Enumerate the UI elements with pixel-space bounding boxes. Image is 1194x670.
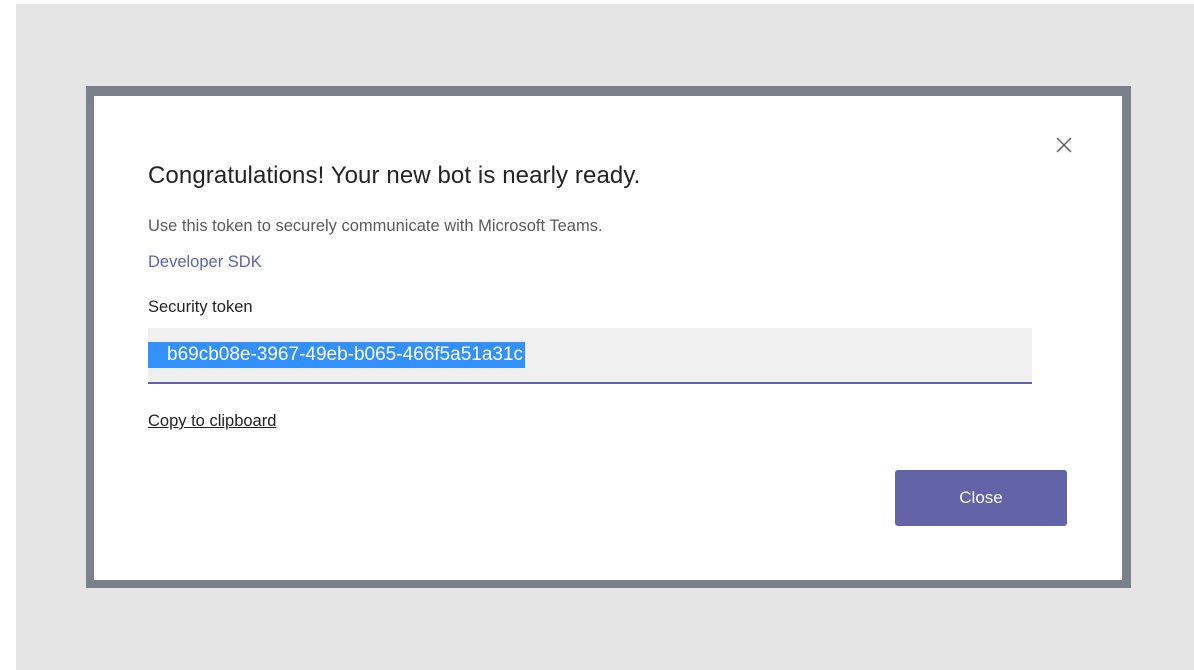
security-token-value[interactable]: b69cb08e-3967-49eb-b065-466f5a51a31c — [148, 342, 526, 368]
close-button[interactable]: Close — [895, 470, 1067, 526]
security-token-field[interactable]: b69cb08e-3967-49eb-b065-466f5a51a31c — [148, 328, 1032, 384]
developer-sdk-link[interactable]: Developer SDK — [148, 253, 262, 272]
close-icon[interactable] — [1052, 133, 1076, 157]
bot-token-dialog: Congratulations! Your new bot is nearly … — [94, 96, 1122, 580]
close-icon-glyph — [1056, 137, 1072, 153]
copy-to-clipboard-link[interactable]: Copy to clipboard — [148, 412, 276, 431]
dialog-title: Congratulations! Your new bot is nearly … — [148, 162, 641, 189]
security-token-label: Security token — [148, 298, 253, 316]
dialog-description: Use this token to securely communicate w… — [148, 217, 603, 235]
